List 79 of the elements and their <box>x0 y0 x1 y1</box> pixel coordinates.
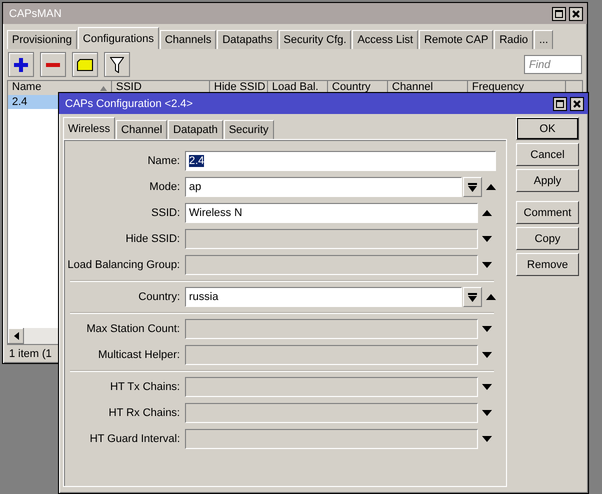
expand-arrow-icon[interactable] <box>482 384 492 390</box>
dialog-button[interactable]: Copy <box>516 227 579 250</box>
expand-arrow-icon[interactable] <box>482 326 492 332</box>
collapse-arrow-icon[interactable] <box>486 294 496 300</box>
maximize-button[interactable] <box>553 96 567 110</box>
field-label: Max Station Count: <box>85 323 181 335</box>
tab[interactable]: Access List <box>352 30 418 49</box>
tab[interactable]: Security Cfg. <box>278 30 352 49</box>
dropdown-button[interactable] <box>463 177 482 197</box>
tab[interactable]: Security <box>224 120 274 139</box>
expand-arrow-icon[interactable] <box>482 236 492 242</box>
dialog-title: CAPs Configuration <2.4> <box>65 98 194 110</box>
collapse-arrow-icon[interactable] <box>482 210 492 216</box>
note-icon <box>77 58 93 70</box>
close-button[interactable] <box>570 96 584 110</box>
table-cell-text: 2.4 <box>11 96 28 108</box>
field-label: SSID: <box>150 207 181 219</box>
expand-arrow-icon[interactable] <box>482 262 492 268</box>
close-icon <box>572 10 580 18</box>
tab[interactable]: Configurations <box>78 27 159 49</box>
tab[interactable]: ... <box>534 30 554 49</box>
remove-button[interactable] <box>40 52 66 77</box>
field-label: Name: <box>146 155 181 167</box>
dialog-button[interactable]: Apply <box>516 169 579 192</box>
tab[interactable]: Datapaths <box>217 30 278 49</box>
search-field[interactable]: Find <box>524 55 582 74</box>
field-label: HT Guard Interval: <box>88 433 181 445</box>
close-icon <box>573 100 581 108</box>
field-label: Multicast Helper: <box>97 349 181 361</box>
add-button[interactable] <box>8 52 34 77</box>
scroll-left-button[interactable] <box>8 328 24 344</box>
input-field[interactable] <box>185 429 478 449</box>
input-field[interactable]: russia <box>185 287 462 307</box>
tab[interactable]: Remote CAP <box>419 30 494 49</box>
maximize-icon <box>555 10 563 18</box>
input-field[interactable]: Wireless N <box>185 203 478 223</box>
input-field[interactable]: 2.4 <box>185 151 496 171</box>
field-label: Country: <box>137 291 181 303</box>
dropdown-button[interactable] <box>463 287 482 307</box>
plus-icon <box>14 58 28 72</box>
collapse-arrow-icon[interactable] <box>486 184 496 190</box>
input-field[interactable] <box>185 377 478 397</box>
dialog-button[interactable]: OK <box>516 117 579 140</box>
field-label: HT Rx Chains: <box>108 407 181 419</box>
left-arrow-icon <box>14 332 18 340</box>
dialog-button[interactable]: Remove <box>516 253 579 276</box>
minus-icon <box>46 62 60 66</box>
field-label: Mode: <box>148 181 181 193</box>
field-label: Hide SSID: <box>124 233 181 245</box>
filter-icon <box>110 56 124 72</box>
close-button[interactable] <box>569 6 583 20</box>
input-field[interactable] <box>185 345 478 365</box>
maximize-icon <box>556 100 564 108</box>
tab[interactable]: Wireless <box>63 117 116 139</box>
field-label: HT Tx Chains: <box>109 381 181 393</box>
tab[interactable]: Radio <box>494 30 534 49</box>
maximize-button[interactable] <box>552 6 566 20</box>
expand-arrow-icon[interactable] <box>482 410 492 416</box>
input-field[interactable] <box>185 255 478 275</box>
sort-arrow-icon <box>100 86 107 91</box>
expand-arrow-icon[interactable] <box>482 436 492 442</box>
window-title: CAPsMAN <box>9 8 63 20</box>
expand-arrow-icon[interactable] <box>482 352 492 358</box>
tab[interactable]: Provisioning <box>7 30 77 49</box>
input-field[interactable] <box>185 229 478 249</box>
status-text: 1 item (1 <box>8 347 53 362</box>
dialog-button[interactable]: Comment <box>516 201 579 224</box>
tab[interactable]: Datapath <box>168 120 223 139</box>
input-field[interactable] <box>185 403 478 423</box>
tab[interactable]: Channels <box>160 30 216 49</box>
dropdown-arrow-icon <box>468 182 477 192</box>
field-label: Load Balancing Group: <box>66 259 181 271</box>
filter-button[interactable] <box>104 52 130 77</box>
dropdown-arrow-icon <box>468 292 477 302</box>
input-field[interactable] <box>185 319 478 339</box>
dialog-button[interactable]: Cancel <box>516 143 579 166</box>
tab[interactable]: Channel <box>116 120 168 139</box>
comment-button[interactable] <box>72 52 98 77</box>
input-field[interactable]: ap <box>185 177 462 197</box>
